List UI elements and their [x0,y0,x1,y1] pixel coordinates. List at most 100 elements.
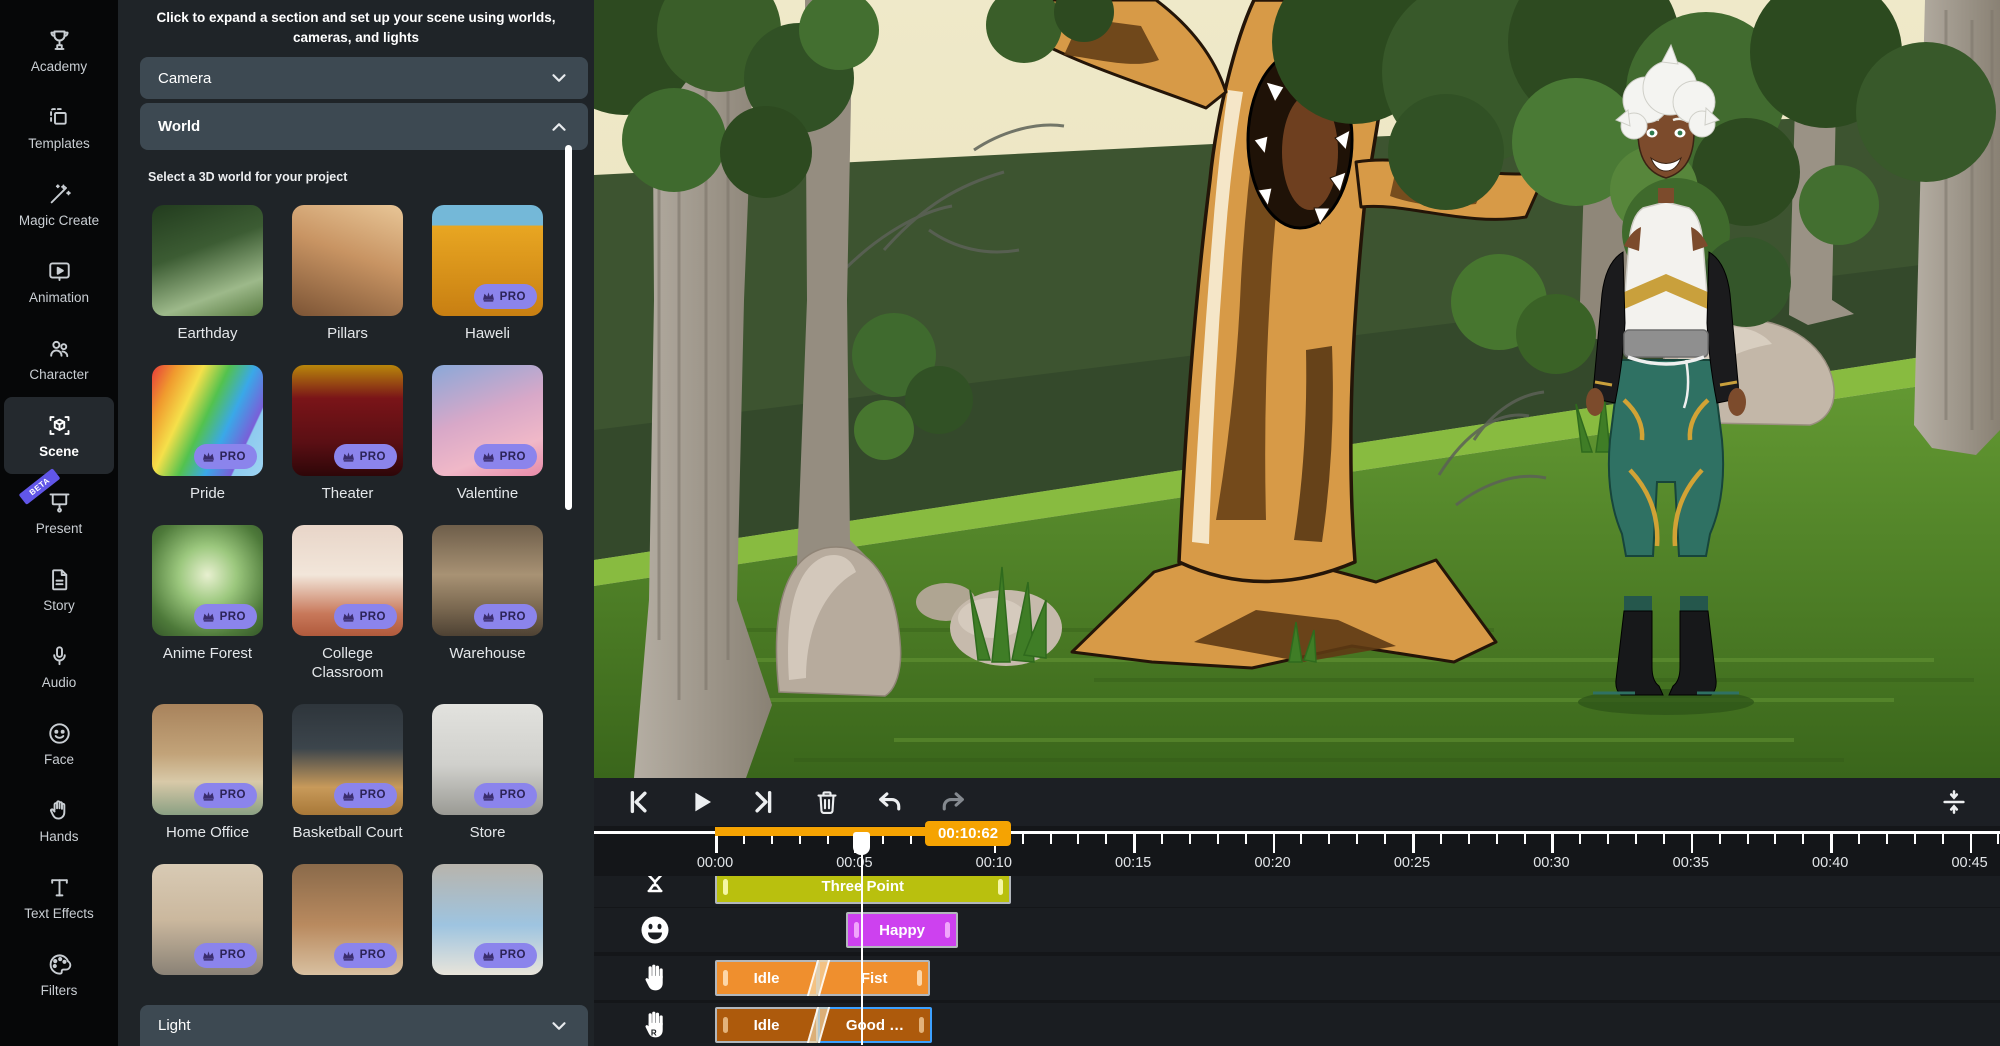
undo-button[interactable] [872,784,908,820]
clip-idle[interactable]: Idle [715,1007,818,1043]
pro-badge-label: PRO [500,611,526,623]
sidebar-item-templates[interactable]: Templates [4,89,114,166]
world-card[interactable]: PROStore [432,704,543,843]
playhead-line [861,832,864,1045]
world-thumb-earthday[interactable] [152,205,263,316]
world-name: Anime Forest [163,645,252,664]
sidebar-item-label: Text Effects [24,906,94,921]
clip-idle[interactable]: Idle [715,960,818,996]
sidebar-item-text-effects[interactable]: Text Effects [4,859,114,936]
text-effects-icon [46,874,73,901]
delete-button[interactable] [809,784,845,820]
world-card[interactable]: PROValentine [432,365,543,504]
clip-fist[interactable]: Fist [818,960,930,996]
world-thumb-anime-forest[interactable]: PRO [152,525,263,636]
viewport-3d[interactable] [594,0,2000,778]
skip-to-start-button[interactable] [620,784,656,820]
sidebar-item-present[interactable]: BETAPresent [4,474,114,551]
panel-scrollbar[interactable] [565,145,572,510]
sidebar-item-face[interactable]: Face [4,705,114,782]
sidebar-item-filters[interactable]: Filters [4,936,114,1013]
world-card[interactable]: PROHome Office [152,704,263,843]
world-thumb-theater[interactable]: PRO [292,365,403,476]
world-card[interactable]: Pillars [292,205,403,344]
world-thumb-haweli[interactable]: PRO [432,205,543,316]
clip-trim-handle-right[interactable] [945,922,950,938]
clip-trim-handle-right[interactable] [919,1017,924,1033]
world-card[interactable]: PRO Pride [152,365,263,504]
clip-trim-handle-left[interactable] [723,879,728,895]
world-thumb-basketball-court[interactable]: PRO [292,704,403,815]
crown-icon [342,790,355,801]
redo-icon [938,787,968,817]
world-card[interactable]: PROCollege Classroom [292,525,403,683]
pro-badge: PRO [334,943,397,968]
crown-icon [482,790,495,801]
ruler-tick [1830,832,1833,853]
sidebar-item-audio[interactable]: Audio [4,628,114,705]
sidebar-item-scene[interactable]: Scene [4,397,114,474]
pro-badge: PRO [474,444,537,469]
skip-to-end-icon [749,787,779,817]
world-thumb-store[interactable]: PRO [432,704,543,815]
world-card[interactable]: PROWarehouse [432,525,543,683]
sidebar-item-label: Scene [39,444,79,459]
section-header-camera[interactable]: Camera [140,57,588,99]
ruler-tick [1970,832,1973,853]
world-thumb-valentine[interactable]: PRO [432,365,543,476]
world-thumb-pillars[interactable] [292,205,403,316]
section-header-world[interactable]: World [140,103,588,150]
clip-label: Idle [754,970,780,987]
ruler-tick [1579,832,1581,844]
world-card[interactable]: PRO [152,864,263,1003]
world-thumb-college-classroom[interactable]: PRO [292,525,403,636]
ruler-tick [1635,832,1637,844]
world-card[interactable]: PRO [292,864,403,1003]
clip-trim-handle-right[interactable] [998,879,1003,895]
sidebar-item-magic-create[interactable]: Magic Create [4,166,114,243]
world-card[interactable]: PRO [432,864,543,1003]
sidebar-item-character[interactable]: Character [4,320,114,397]
world-card[interactable]: PROHaweli [432,205,543,344]
skip-to-end-button[interactable] [746,784,782,820]
clip-trim-handle-left[interactable] [723,970,728,986]
world-thumb-pride[interactable]: PRO [152,365,263,476]
world-name: Pride [190,485,225,504]
filters-icon [46,951,73,978]
ruler-tick [1663,832,1665,844]
timeline-toolbar [594,778,2000,826]
sidebar-item-academy[interactable]: Academy [4,12,114,89]
world-thumb-warehouse[interactable]: PRO [432,525,543,636]
sidebar-item-story[interactable]: Story [4,551,114,628]
world-thumb-home-office[interactable]: PRO [152,704,263,815]
pro-badge-label: PRO [500,291,526,303]
world-thumb-office-cubicles[interactable]: PRO [152,864,263,975]
pro-badge-label: PRO [360,611,386,623]
clip-trim-handle-right[interactable] [917,970,922,986]
ruler-tick [1551,832,1554,853]
scene-panel: Click to expand a section and set up you… [118,0,594,1046]
world-name: Theater [322,485,374,504]
sidebar-item-animation[interactable]: Animation [4,243,114,320]
world-card[interactable]: Earthday [152,205,263,344]
face-track-icon [640,915,670,945]
collapse-timeline-button[interactable] [1936,784,1972,820]
ruler-tick [1802,832,1804,844]
clip-trim-handle-left[interactable] [854,922,859,938]
ruler-tick [1607,832,1609,844]
world-card[interactable]: PROBasketball Court [292,704,403,843]
redo-button[interactable] [935,784,971,820]
world-thumb-conference-room[interactable]: PRO [292,864,403,975]
world-card[interactable]: PRO Anime Forest [152,525,263,683]
ruler-tick [1691,832,1694,853]
crown-icon [482,291,495,302]
ruler-label: 00:35 [1656,855,1726,871]
world-thumb-lobby[interactable]: PRO [432,864,543,975]
track-light: Three Point [594,876,2000,907]
clip-trim-handle-left[interactable] [723,1017,728,1033]
play-button[interactable] [683,784,719,820]
world-card[interactable]: PRO Theater [292,365,403,504]
section-header-light[interactable]: Light [140,1005,588,1046]
sidebar-item-hands[interactable]: Hands [4,782,114,859]
clip-good[interactable]: Good … [818,1007,932,1043]
